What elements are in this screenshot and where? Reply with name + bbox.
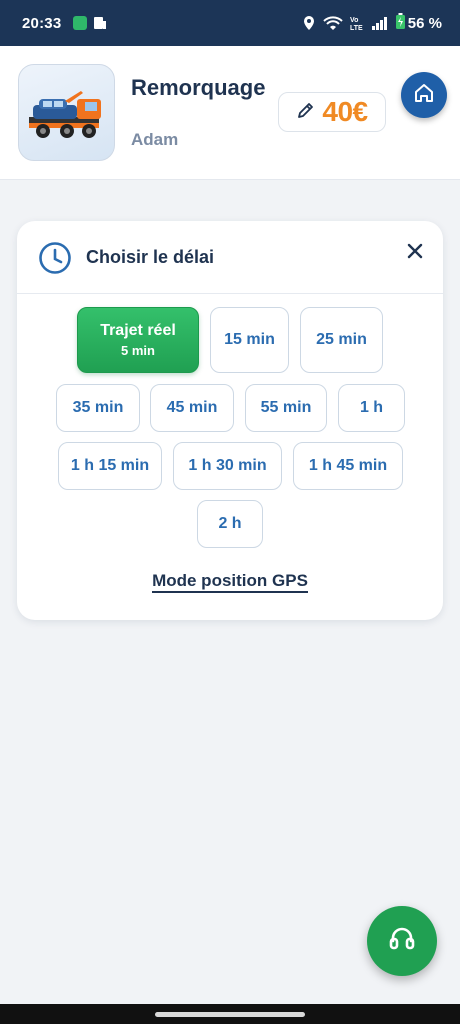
gps-mode-link[interactable]: Mode position GPS — [152, 571, 308, 593]
battery-percent: 56 % — [407, 14, 442, 32]
svg-text:Vo: Vo — [350, 17, 358, 24]
battery-indicator: 56 % — [395, 13, 442, 33]
service-title: Remorquage — [131, 75, 266, 100]
home-icon — [413, 82, 435, 109]
delay-option[interactable]: 15 min — [210, 307, 289, 373]
tow-truck-image — [18, 64, 115, 161]
home-gesture-bar[interactable] — [155, 1012, 305, 1017]
svg-text:LTE: LTE — [350, 25, 363, 31]
delay-option-selected-label: Trajet réel — [100, 322, 176, 339]
delay-option[interactable]: 25 min — [300, 307, 383, 373]
app-icon — [73, 16, 88, 30]
support-button[interactable] — [367, 906, 437, 976]
delay-option[interactable]: 1 h 45 min — [293, 442, 403, 490]
sim-icon — [93, 16, 107, 30]
service-header: Remorquage Adam 40€ — [0, 46, 460, 180]
delay-card-header: Choisir le délai — [17, 221, 443, 294]
delay-option[interactable]: 1 h 15 min — [58, 442, 162, 490]
system-nav-bar — [0, 1004, 460, 1024]
close-icon[interactable] — [405, 241, 425, 261]
delay-card-title: Choisir le délai — [86, 247, 215, 267]
delay-option-selected[interactable]: Trajet réel 5 min — [77, 307, 199, 373]
delay-card: Choisir le délai Trajet réel 5 min 15 mi… — [17, 221, 443, 620]
driver-name: Adam — [131, 130, 179, 149]
status-time: 20:33 — [22, 14, 62, 32]
clock-icon — [38, 241, 72, 280]
delay-option[interactable]: 55 min — [245, 384, 327, 432]
headset-icon — [387, 924, 417, 959]
price-edit-button[interactable]: 40€ — [278, 92, 386, 132]
price-value: 40€ — [322, 96, 368, 127]
delay-option[interactable]: 1 h — [338, 384, 405, 432]
delay-option[interactable]: 45 min — [150, 384, 234, 432]
delay-option[interactable]: 1 h 30 min — [173, 442, 282, 490]
delay-option-selected-sub: 5 min — [121, 343, 155, 358]
pencil-icon — [296, 100, 316, 125]
gps-mode-container: Mode position GPS — [17, 571, 443, 593]
signal-icon — [371, 15, 389, 31]
location-icon — [302, 15, 316, 31]
home-button[interactable] — [401, 72, 447, 118]
status-bar: 20:33 Vo LTE 56 % — [0, 0, 460, 46]
battery-icon — [395, 13, 405, 33]
volte-icon: Vo LTE — [350, 15, 364, 31]
delay-option[interactable]: 2 h — [197, 500, 263, 548]
delay-option[interactable]: 35 min — [56, 384, 140, 432]
wifi-icon — [323, 15, 343, 31]
